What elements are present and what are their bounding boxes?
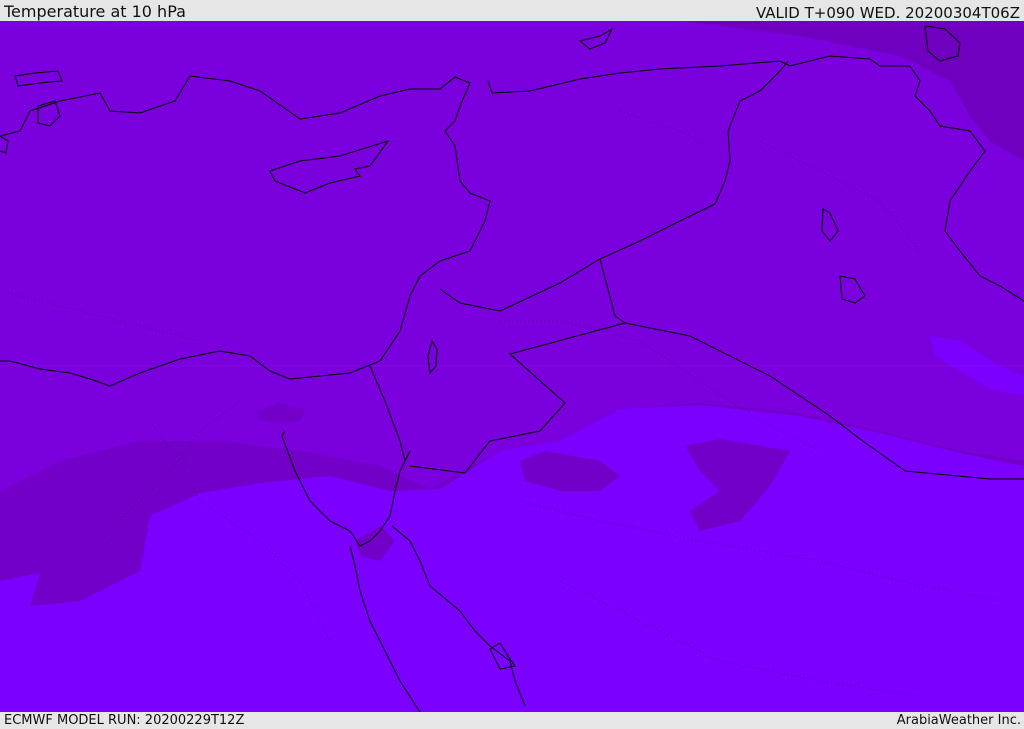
model-run: ECMWF MODEL RUN: 20200229T12Z [4,713,245,728]
footer-bar: ECMWF MODEL RUN: 20200229T12Z ArabiaWeat… [0,712,1024,729]
map-title: Temperature at 10 hPa [4,2,186,21]
valid-time: VALID T+090 WED. 20200304T06Z [755,4,1020,22]
weather-map[interactable] [0,21,1024,712]
map-canvas [0,21,1024,712]
credit-label: ArabiaWeather Inc. [896,713,1021,728]
header-bar: Temperature at 10 hPa VALID T+090 WED. 2… [0,0,1024,21]
